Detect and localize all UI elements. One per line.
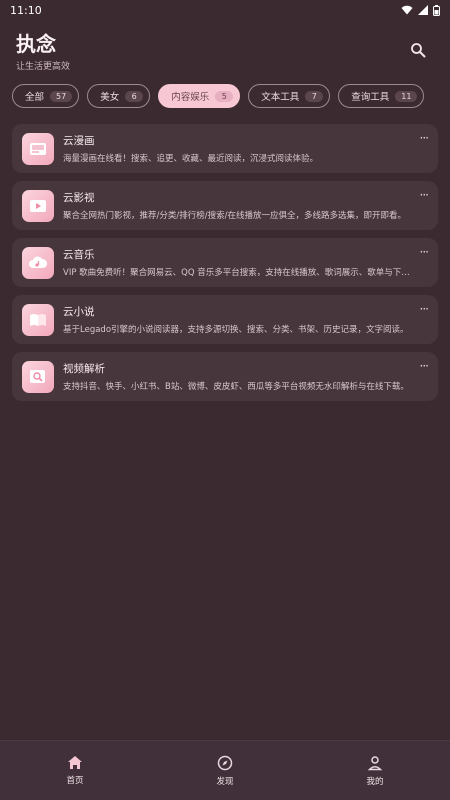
signal-icon xyxy=(418,5,428,15)
nav-profile[interactable]: 我的 xyxy=(335,755,415,787)
tab-all[interactable]: 全部 57 xyxy=(12,84,80,108)
app-title: 云小说 xyxy=(63,305,95,318)
tab-count-badge: 7 xyxy=(305,90,324,102)
app-description: 支持抖音、快手、小红书、B站、微博、皮皮虾、西瓜等多平台视频无水印解析与在线下载… xyxy=(63,381,409,392)
cloud-music-icon xyxy=(22,246,54,279)
compass-icon xyxy=(217,755,233,770)
more-options-icon[interactable]: ··· xyxy=(420,360,430,372)
page-subtitle: 让生活更高效 xyxy=(16,62,71,72)
profile-icon xyxy=(367,755,383,770)
app-description: 聚合全网热门影视，推荐/分类/排行榜/搜索/在线播放一应俱全，多线路多选集，即开… xyxy=(63,210,406,221)
tab-entertainment[interactable]: 内容娱乐 5 xyxy=(158,84,241,108)
app-header: 执念 让生活更高效 xyxy=(0,20,450,78)
video-parse-icon xyxy=(22,360,54,393)
tab-label: 全部 xyxy=(25,92,45,103)
status-icons xyxy=(401,4,440,16)
app-card-video[interactable]: 云影视 聚合全网热门影视，推荐/分类/排行榜/搜索/在线播放一应俱全，多线路多选… xyxy=(12,181,438,230)
more-options-icon[interactable]: ··· xyxy=(420,132,430,144)
nav-label: 我的 xyxy=(366,776,384,787)
app-title: 云漫画 xyxy=(63,134,95,147)
nav-home[interactable]: 首页 xyxy=(35,755,115,786)
book-icon xyxy=(22,303,54,336)
app-title: 视频解析 xyxy=(63,362,105,375)
tab-label: 美女 xyxy=(100,92,120,103)
bottom-navigation: 首页 发现 我的 xyxy=(0,740,450,800)
tab-count-badge: 5 xyxy=(215,90,234,102)
tab-beauty[interactable]: 美女 6 xyxy=(87,84,151,108)
battery-icon xyxy=(433,4,440,16)
more-options-icon[interactable]: ··· xyxy=(420,303,430,315)
nav-discover[interactable]: 发现 xyxy=(185,755,265,787)
app-card-comic[interactable]: 云漫画 海量漫画在线看！搜索、追更、收藏、最近阅读，沉浸式阅读体验。 ··· xyxy=(12,124,438,173)
more-options-icon[interactable]: ··· xyxy=(420,246,430,258)
app-card-video-parse[interactable]: 视频解析 支持抖音、快手、小红书、B站、微博、皮皮虾、西瓜等多平台视频无水印解析… xyxy=(12,352,438,401)
tab-label: 查询工具 xyxy=(351,92,390,103)
nav-label: 首页 xyxy=(66,776,84,786)
tab-count-badge: 11 xyxy=(395,90,418,102)
search-icon xyxy=(411,43,426,58)
header-titles: 执念 让生活更高效 xyxy=(16,32,70,72)
home-icon xyxy=(68,756,82,769)
tab-label: 内容娱乐 xyxy=(171,92,210,103)
tab-count-badge: 6 xyxy=(125,90,144,102)
app-description: 基于Legado引擎的小说阅读器，支持多源切换、搜索、分类、书架、历史记录，文字… xyxy=(63,324,409,335)
tab-text-tools[interactable]: 文本工具 7 xyxy=(248,84,331,108)
app-card-novel[interactable]: 云小说 基于Legado引擎的小说阅读器，支持多源切换、搜索、分类、书架、历史记… xyxy=(12,295,438,344)
page-title: 执念 xyxy=(16,32,56,56)
search-button[interactable] xyxy=(402,34,434,66)
app-card-music[interactable]: 云音乐 VIP 歌曲免费听！聚合网易云、QQ 音乐多平台搜索，支持在线播放、歌词… xyxy=(12,238,438,287)
category-tabs: 全部 57 美女 6 内容娱乐 5 文本工具 7 查询工具 11 xyxy=(0,84,450,110)
app-title: 云影视 xyxy=(63,191,95,204)
status-bar: 11:10 xyxy=(0,0,450,20)
tab-count-badge: 57 xyxy=(50,90,73,102)
wifi-icon xyxy=(401,5,413,15)
nav-label: 发现 xyxy=(216,776,234,787)
tab-query-tools[interactable]: 查询工具 11 xyxy=(338,84,425,108)
app-description: 海量漫画在线看！搜索、追更、收藏、最近阅读，沉浸式阅读体验。 xyxy=(63,153,319,164)
app-list: 云漫画 海量漫画在线看！搜索、追更、收藏、最近阅读，沉浸式阅读体验。 ··· 云… xyxy=(0,110,450,401)
app-description: VIP 歌曲免费听！聚合网易云、QQ 音乐多平台搜索，支持在线播放、歌词展示、歌… xyxy=(63,267,410,278)
status-time: 11:10 xyxy=(10,3,42,17)
tab-label: 文本工具 xyxy=(261,92,300,103)
more-options-icon[interactable]: ··· xyxy=(420,189,430,201)
video-icon xyxy=(22,189,54,222)
comic-icon xyxy=(22,132,54,165)
app-title: 云音乐 xyxy=(63,248,95,261)
